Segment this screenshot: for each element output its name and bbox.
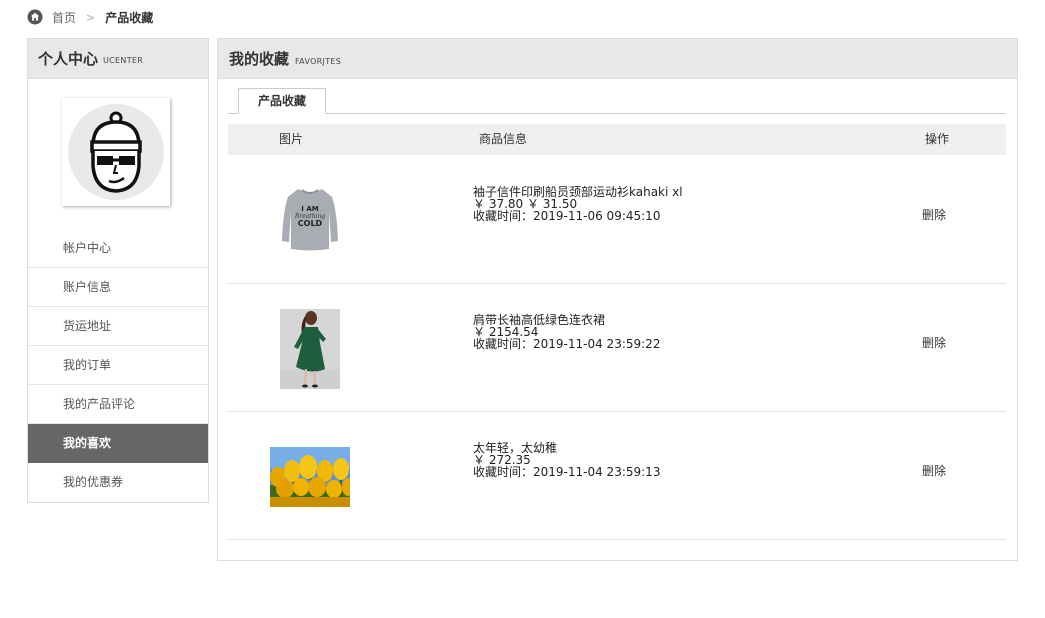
- page-subtitle: FAVORJTES: [295, 57, 342, 66]
- sweatshirt-print-line3: COLD: [298, 219, 323, 228]
- table-row: 太年轻，太幼稚 ￥ 272.35 收藏时间：2019-11-04 23:59:1…: [228, 412, 1006, 540]
- avatar[interactable]: [62, 98, 170, 206]
- sweatshirt-print-line1: I AM: [301, 205, 318, 213]
- table-row: 肩带长袖高低绿色连衣裙 ￥ 2154.54 收藏时间：2019-11-04 23…: [228, 284, 1006, 412]
- column-header-info: 商品信息: [479, 132, 528, 146]
- product-image-green-dress[interactable]: [280, 309, 340, 389]
- product-image-tulips[interactable]: [270, 447, 354, 508]
- delete-button[interactable]: 删除: [922, 462, 946, 479]
- breadcrumb-separator: >: [86, 10, 96, 24]
- sidebar-title: 个人中心: [38, 50, 99, 68]
- tab-product-favorites[interactable]: 产品收藏: [238, 88, 326, 114]
- sidebar-item-my-orders[interactable]: 我的订单: [28, 346, 208, 385]
- sidebar-item-my-coupons[interactable]: 我的优惠券: [28, 463, 208, 501]
- product-info: 袖子信件印刷船员颈部运动衫kahaki xl ￥ 37.80 ￥ 31.50 收…: [473, 186, 683, 222]
- sidebar-item-shipping-address[interactable]: 货运地址: [28, 307, 208, 346]
- product-image-sweatshirt[interactable]: I AM Breathing COLD: [280, 185, 340, 255]
- sidebar-item-my-favorites[interactable]: 我的喜欢: [28, 424, 208, 463]
- delete-button[interactable]: 删除: [922, 334, 946, 351]
- delete-button[interactable]: 删除: [922, 206, 946, 223]
- favorite-time: 收藏时间：2019-11-06 09:45:10: [473, 209, 661, 223]
- favorites-panel: 我的收藏 FAVORJTES 产品收藏 图片 商品信息 操作 I AM Brea…: [217, 38, 1018, 561]
- tab-bar: 产品收藏: [228, 88, 1006, 114]
- sidebar-header: 个人中心 UCENTER: [28, 39, 208, 79]
- sidebar-item-my-reviews[interactable]: 我的产品评论: [28, 385, 208, 424]
- breadcrumb-current: 产品收藏: [105, 10, 154, 25]
- product-info: 太年轻，太幼稚 ￥ 272.35 收藏时间：2019-11-04 23:59:1…: [473, 442, 660, 478]
- product-info: 肩带长袖高低绿色连衣裙 ￥ 2154.54 收藏时间：2019-11-04 23…: [473, 314, 660, 350]
- sidebar-menu: 帐户中心 账户信息 货运地址 我的订单 我的产品评论 我的喜欢 我的优惠券: [28, 229, 208, 501]
- table-header: 图片 商品信息 操作: [228, 124, 1006, 155]
- breadcrumb-home-link[interactable]: 首页: [52, 9, 76, 26]
- panel-header: 我的收藏 FAVORJTES: [218, 39, 1017, 79]
- favorite-time: 收藏时间：2019-11-04 23:59:13: [473, 465, 661, 479]
- column-header-image: 图片: [279, 132, 304, 146]
- sidebar-item-account-center[interactable]: 帐户中心: [28, 229, 208, 268]
- home-icon[interactable]: [27, 9, 43, 25]
- sidebar-subtitle: UCENTER: [103, 55, 144, 65]
- sidebar-item-account-info[interactable]: 账户信息: [28, 268, 208, 307]
- breadcrumb: 首页 > 产品收藏: [27, 8, 153, 26]
- table-row: I AM Breathing COLD 袖子信件印刷船员颈部运动衫kahaki …: [228, 156, 1006, 284]
- favorite-time: 收藏时间：2019-11-04 23:59:22: [473, 337, 661, 351]
- page-title: 我的收藏: [229, 50, 290, 68]
- user-center-sidebar: 个人中心 UCENTER 帐户中心 账户信息 货运地址 我的订单 我的产品评论 …: [27, 38, 209, 503]
- column-header-action: 操作: [925, 132, 950, 146]
